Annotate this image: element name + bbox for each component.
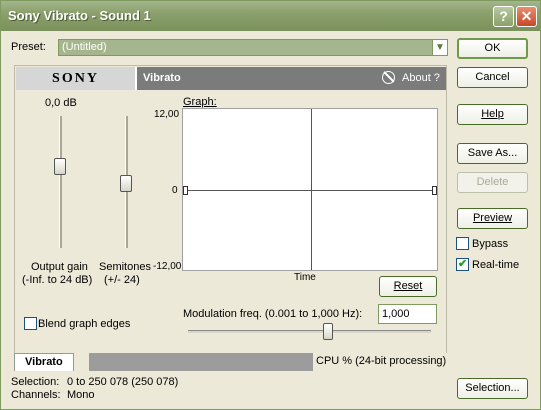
save-as-button[interactable]: Save As... xyxy=(457,143,528,164)
graph-label: Graph: xyxy=(183,96,217,108)
output-gain-thumb[interactable] xyxy=(54,158,66,175)
graph-curve[interactable] xyxy=(183,190,437,191)
modulation-track[interactable] xyxy=(188,330,431,333)
preset-label: Preset: xyxy=(11,41,46,53)
checkmark-icon: ✔ xyxy=(458,258,468,270)
tab-bar: Vibrato CPU % (24-bit processing) xyxy=(14,353,447,371)
realtime-label[interactable]: Real-time xyxy=(472,259,519,271)
modulation-input[interactable]: 1,000 xyxy=(378,304,437,324)
channels-label: Channels: xyxy=(11,389,61,401)
cpu-meter xyxy=(89,353,313,371)
ok-button[interactable]: OK xyxy=(457,38,528,59)
semitones-range: (+/- 24) xyxy=(104,274,140,286)
plugin-off-icon[interactable] xyxy=(382,71,395,84)
vibrato-dialog: Sony Vibrato - Sound 1 ? ✕ Preset: (Unti… xyxy=(0,0,541,410)
modulation-thumb[interactable] xyxy=(323,323,333,340)
help-button[interactable]: Help xyxy=(457,104,528,125)
about-link[interactable]: About ? xyxy=(402,72,440,84)
channels-value: Mono xyxy=(67,389,95,401)
plugin-header: SONY Vibrato About ? xyxy=(16,67,446,90)
output-gain-value: 0,0 dB xyxy=(45,97,77,109)
reset-button-label: Reset xyxy=(393,280,423,292)
semitones-thumb[interactable] xyxy=(120,175,132,192)
blend-edges-label[interactable]: Blend graph edges xyxy=(38,318,130,330)
graph-y-min: -12,00 xyxy=(153,261,182,272)
selection-value: 0 to 250 078 (250 078) xyxy=(67,376,179,388)
blend-edges-checkbox[interactable] xyxy=(24,317,37,330)
output-gain-label: Output gain xyxy=(31,261,88,273)
reset-button[interactable]: Reset xyxy=(379,276,437,297)
graph-x-label: Time xyxy=(294,272,316,283)
delete-button[interactable]: Delete xyxy=(457,172,528,193)
help-title-button[interactable]: ? xyxy=(493,6,514,27)
output-gain-track[interactable] xyxy=(59,116,62,248)
preview-button-label: Preview xyxy=(472,212,513,224)
tab-vibrato[interactable]: Vibrato xyxy=(14,353,74,371)
graph-right-handle[interactable] xyxy=(432,186,437,195)
cpu-label: CPU % (24-bit processing) xyxy=(316,355,447,367)
bypass-checkbox[interactable] xyxy=(456,237,469,250)
graph-label-text: Graph: xyxy=(183,96,217,108)
selection-button[interactable]: Selection... xyxy=(457,378,528,399)
graph-y-max: 12,00 xyxy=(154,109,180,120)
preview-button[interactable]: Preview xyxy=(457,208,528,229)
cancel-button[interactable]: Cancel xyxy=(457,67,528,88)
preset-value: (Untitled) xyxy=(62,41,107,53)
chevron-down-icon[interactable]: ▼ xyxy=(432,40,447,55)
semitones-label: Semitones xyxy=(99,261,151,273)
help-button-label: Help xyxy=(481,108,504,120)
modulation-label: Modulation freq. (0.001 to 1,000 Hz): xyxy=(183,308,363,320)
window-title: Sony Vibrato - Sound 1 xyxy=(8,8,151,23)
vibrato-graph[interactable] xyxy=(182,108,438,271)
selection-label: Selection: xyxy=(11,376,60,388)
close-button[interactable]: ✕ xyxy=(516,6,537,27)
graph-left-handle[interactable] xyxy=(183,186,188,195)
plugin-name: Vibrato xyxy=(143,72,181,84)
realtime-checkbox[interactable]: ✔ xyxy=(456,258,469,271)
sony-logo: SONY xyxy=(16,67,137,90)
bypass-label[interactable]: Bypass xyxy=(472,238,508,250)
title-bar[interactable]: Sony Vibrato - Sound 1 ? ✕ xyxy=(1,1,540,31)
output-gain-range: (-Inf. to 24 dB) xyxy=(22,274,93,286)
preset-dropdown[interactable]: (Untitled) ▼ xyxy=(58,39,448,56)
graph-y-mid: 0 xyxy=(172,185,178,196)
